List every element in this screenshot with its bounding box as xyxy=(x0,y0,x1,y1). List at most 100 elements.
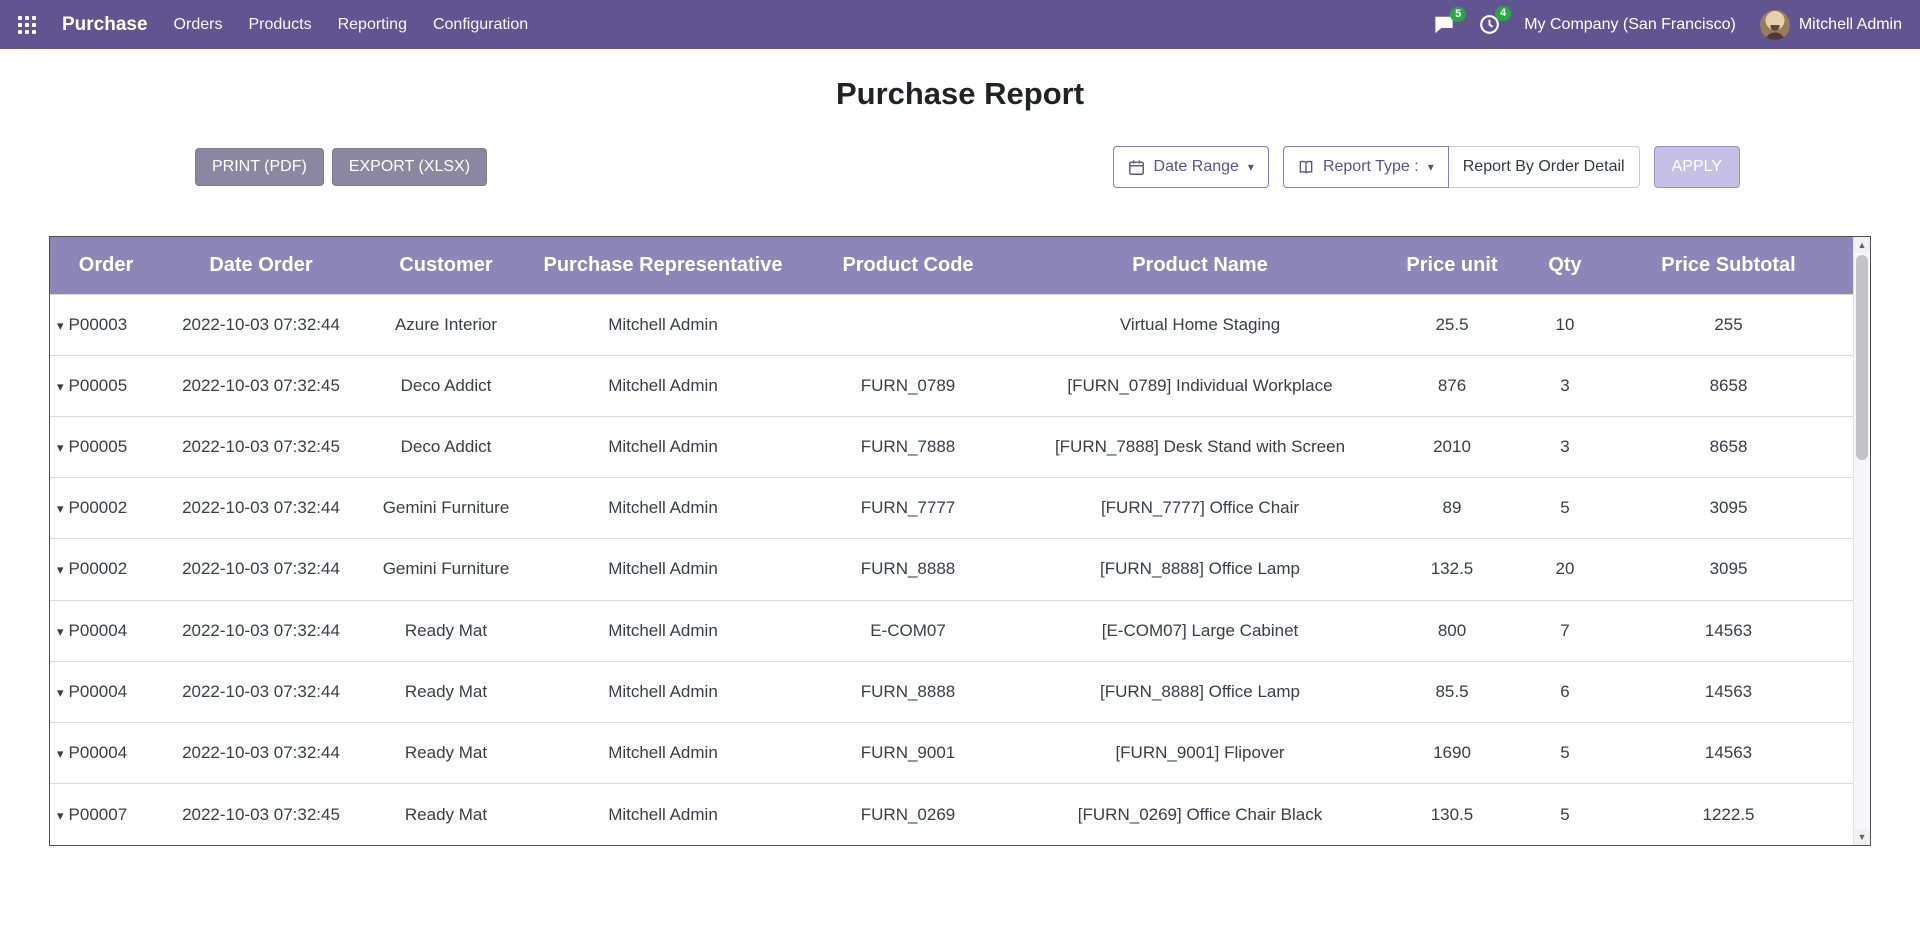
person-icon xyxy=(1764,25,1786,40)
user-menu[interactable]: Mitchell Admin xyxy=(1760,10,1902,40)
table-cell: 2022-10-03 07:32:44 xyxy=(162,539,360,600)
table-cell: FURN_0269 xyxy=(794,784,1022,845)
table-row: ▾ P00004 2022-10-03 07:32:44Ready MatMitch… xyxy=(50,600,1853,661)
table-cell: 14563 xyxy=(1604,661,1853,722)
table-row: ▾P000042022-10-03 07:32:44Ready MatMitch… xyxy=(50,661,1853,722)
table-cell: [FURN_0269] Office Chair Black xyxy=(1022,784,1378,845)
table-cell: Ready Mat xyxy=(360,661,532,722)
table-cell: 8658 xyxy=(1604,416,1853,477)
user-avatar xyxy=(1760,10,1790,40)
row-expand-caret-icon[interactable]: ▾ xyxy=(57,440,64,455)
table-cell: 2022-10-03 07:32:45 xyxy=(162,416,360,477)
row-expand-caret-icon[interactable]: ▾ xyxy=(57,624,64,639)
table-row: ▾P000042022-10-03 07:32:44Ready MatMitch… xyxy=(50,723,1853,784)
table-cell: [FURN_0789] Individual Workplace xyxy=(1022,355,1378,416)
apply-button[interactable]: APPLY xyxy=(1654,146,1740,188)
table-cell xyxy=(794,294,1022,355)
order-reference: P00004 xyxy=(69,682,128,701)
table-cell: 255 xyxy=(1604,294,1853,355)
report-type-dropdown[interactable]: Report Type : ▾ xyxy=(1283,146,1449,188)
table-cell: 20 xyxy=(1526,539,1604,600)
table-cell: FURN_8888 xyxy=(794,661,1022,722)
table-cell: 25.5 xyxy=(1378,294,1526,355)
table-cell: 132.5 xyxy=(1378,539,1526,600)
report-table-container: Order Date Order Customer Purchase Repre… xyxy=(49,236,1871,846)
col-header-customer: Customer xyxy=(360,237,532,294)
row-expand-caret-icon[interactable]: ▾ xyxy=(57,808,64,823)
table-cell: Mitchell Admin xyxy=(532,661,794,722)
row-expand-caret-icon[interactable]: ▾ xyxy=(57,562,64,577)
menu-reporting[interactable]: Reporting xyxy=(338,16,407,34)
table-cell: Mitchell Admin xyxy=(532,784,794,845)
table-cell: 2022-10-03 07:32:44 xyxy=(162,600,360,661)
messages-badge: 5 xyxy=(1450,7,1466,22)
table-cell: 2022-10-03 07:32:45 xyxy=(162,355,360,416)
apps-menu-icon[interactable] xyxy=(18,16,36,34)
table-scrollbar[interactable]: ▲ ▼ xyxy=(1853,237,1870,845)
order-cell: ▾P00005 xyxy=(50,355,162,416)
table-cell: 3095 xyxy=(1604,539,1853,600)
order-reference: P00004 xyxy=(69,621,128,640)
company-switcher[interactable]: My Company (San Francisco) xyxy=(1524,16,1736,34)
order-reference: P00002 xyxy=(69,559,128,578)
table-cell: [FURN_9001] Flipover xyxy=(1022,723,1378,784)
table-cell: Gemini Furniture xyxy=(360,478,532,539)
order-cell: ▾P00004 xyxy=(50,723,162,784)
messages-button[interactable]: 5 xyxy=(1433,15,1455,34)
table-cell: FURN_8888 xyxy=(794,539,1022,600)
scroll-down-arrow-icon[interactable]: ▼ xyxy=(1854,829,1870,845)
order-reference: P00005 xyxy=(69,437,128,456)
table-header-row: Order Date Order Customer Purchase Repre… xyxy=(50,237,1853,294)
col-header-product-code: Product Code xyxy=(794,237,1022,294)
page-title: Purchase Report xyxy=(0,76,1920,112)
user-name: Mitchell Admin xyxy=(1799,16,1902,34)
table-cell: [E-COM07] Large Cabinet xyxy=(1022,600,1378,661)
table-cell: Ready Mat xyxy=(360,784,532,845)
menu-orders[interactable]: Orders xyxy=(174,16,223,34)
table-cell: [FURN_7888] Desk Stand with Screen xyxy=(1022,416,1378,477)
col-header-product-name: Product Name xyxy=(1022,237,1378,294)
table-cell: 2022-10-03 07:32:44 xyxy=(162,478,360,539)
row-expand-caret-icon[interactable]: ▾ xyxy=(57,685,64,700)
order-cell: ▾ P00002 xyxy=(50,478,162,539)
print-pdf-button[interactable]: PRINT (PDF) xyxy=(195,148,324,186)
col-header-purchase-representative: Purchase Representative xyxy=(532,237,794,294)
date-range-dropdown[interactable]: Date Range ▾ xyxy=(1113,146,1269,188)
table-cell: 1222.5 xyxy=(1604,784,1853,845)
row-expand-caret-icon[interactable]: ▾ xyxy=(57,746,64,761)
menu-products[interactable]: Products xyxy=(248,16,311,34)
col-header-date-order: Date Order xyxy=(162,237,360,294)
menu-configuration[interactable]: Configuration xyxy=(433,16,528,34)
table-cell: Ready Mat xyxy=(360,600,532,661)
order-reference: P00003 xyxy=(69,315,128,334)
report-table-body: ▾P000032022-10-03 07:32:44Azure Interior… xyxy=(50,294,1853,845)
order-cell: ▾ P00005 xyxy=(50,416,162,477)
table-cell: 2010 xyxy=(1378,416,1526,477)
scroll-up-arrow-icon[interactable]: ▲ xyxy=(1854,237,1870,253)
table-cell: FURN_7777 xyxy=(794,478,1022,539)
book-icon xyxy=(1298,159,1314,175)
row-expand-caret-icon[interactable]: ▾ xyxy=(57,318,64,333)
main-content: Purchase Report PRINT (PDF) EXPORT (XLSX… xyxy=(0,76,1920,846)
row-expand-caret-icon[interactable]: ▾ xyxy=(57,379,64,394)
export-xlsx-button[interactable]: EXPORT (XLSX) xyxy=(332,148,487,186)
table-cell: 130.5 xyxy=(1378,784,1526,845)
row-expand-caret-icon[interactable]: ▾ xyxy=(57,501,64,516)
table-cell: Mitchell Admin xyxy=(532,600,794,661)
table-cell: 85.5 xyxy=(1378,661,1526,722)
table-cell: Gemini Furniture xyxy=(360,539,532,600)
table-cell: 89 xyxy=(1378,478,1526,539)
grid-icon xyxy=(18,16,36,34)
order-cell: ▾ P00002 xyxy=(50,539,162,600)
activities-button[interactable]: 4 xyxy=(1479,14,1500,35)
toolbar: PRINT (PDF) EXPORT (XLSX) Date Range ▾ xyxy=(195,146,1740,188)
app-name[interactable]: Purchase xyxy=(62,14,148,36)
table-cell: 2022-10-03 07:32:44 xyxy=(162,723,360,784)
order-cell: ▾ P00004 xyxy=(50,661,162,722)
table-cell: 5 xyxy=(1526,478,1604,539)
report-type-group: Report Type : ▾ Report By Order Detail xyxy=(1283,146,1640,188)
table-cell: 800 xyxy=(1378,600,1526,661)
order-reference: P00002 xyxy=(69,498,128,517)
scrollbar-thumb[interactable] xyxy=(1856,255,1868,460)
table-cell: 6 xyxy=(1526,661,1604,722)
